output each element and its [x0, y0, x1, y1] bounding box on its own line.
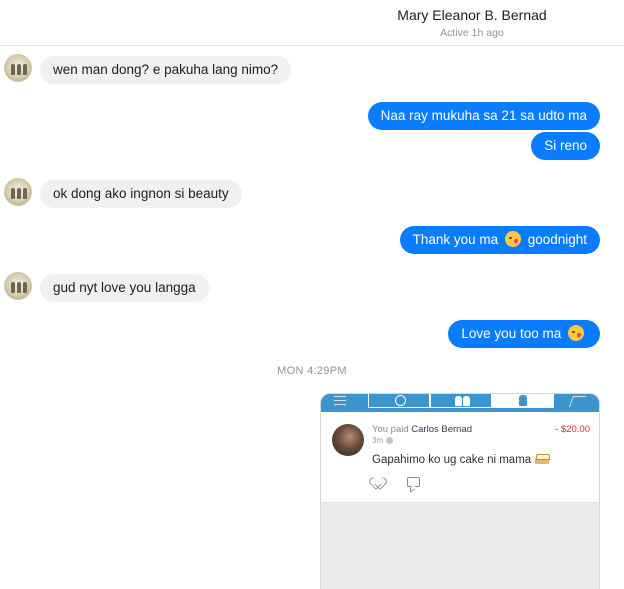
tab-global — [368, 394, 430, 408]
app-navigation-bar — [321, 394, 599, 412]
message-bubble-outgoing[interactable]: Thank you ma goodnight — [399, 226, 600, 254]
kissing-face-emoji — [504, 231, 521, 247]
cake-emoji — [535, 454, 551, 464]
contact-avatar[interactable] — [4, 272, 32, 300]
tab-friends — [430, 394, 492, 408]
comment-icon — [407, 477, 420, 487]
menu-icon — [334, 396, 346, 405]
kissing-face-emoji — [568, 325, 584, 341]
contact-avatar[interactable] — [4, 54, 32, 82]
globe-icon — [395, 395, 406, 406]
payee-name: Carlos Bernad — [411, 424, 473, 435]
payment-time: 3m — [372, 436, 394, 445]
expand-icon — [568, 396, 587, 407]
message-bubble-incoming[interactable]: wen man dong? e pakuha lang nimo? — [40, 56, 292, 84]
message-text: goodnight — [527, 232, 587, 247]
message-text: Love you too ma — [461, 326, 562, 341]
tab-personal — [492, 394, 554, 408]
payment-amount: - $20.00 — [555, 424, 590, 435]
active-status: Active 1h ago — [440, 27, 504, 39]
person-icon — [519, 395, 527, 406]
message-bubble-incoming[interactable]: ok dong ako ingnon si beauty — [40, 180, 242, 208]
message-bubble-outgoing[interactable]: Love you too ma — [448, 320, 600, 348]
message-bubble-outgoing[interactable]: Si reno — [531, 132, 600, 160]
message-text: Thank you ma — [412, 232, 499, 247]
message-timestamp: MON 4:29PM — [277, 365, 347, 377]
message-bubble-incoming[interactable]: gud nyt love you langga — [40, 274, 209, 302]
payment-description: You paid Carlos Bernad — [372, 424, 473, 435]
payment-note: Gapahimo ko ug cake ni mama — [372, 454, 551, 466]
conversation-header: Mary Eleanor B. Bernad Active 1h ago — [0, 0, 624, 46]
contact-name[interactable]: Mary Eleanor B. Bernad — [320, 7, 624, 23]
payer-avatar — [332, 424, 364, 456]
friends-icon — [455, 396, 471, 406]
image-attachment[interactable]: You paid Carlos Bernad - $20.00 3m Gapah… — [320, 393, 600, 589]
privacy-icon — [386, 437, 394, 444]
payment-story: You paid Carlos Bernad - $20.00 3m Gapah… — [321, 412, 599, 503]
like-icon — [372, 478, 384, 489]
message-bubble-outgoing[interactable]: Naa ray mukuha sa 21 sa udto ma — [367, 102, 600, 130]
contact-avatar[interactable] — [4, 178, 32, 206]
